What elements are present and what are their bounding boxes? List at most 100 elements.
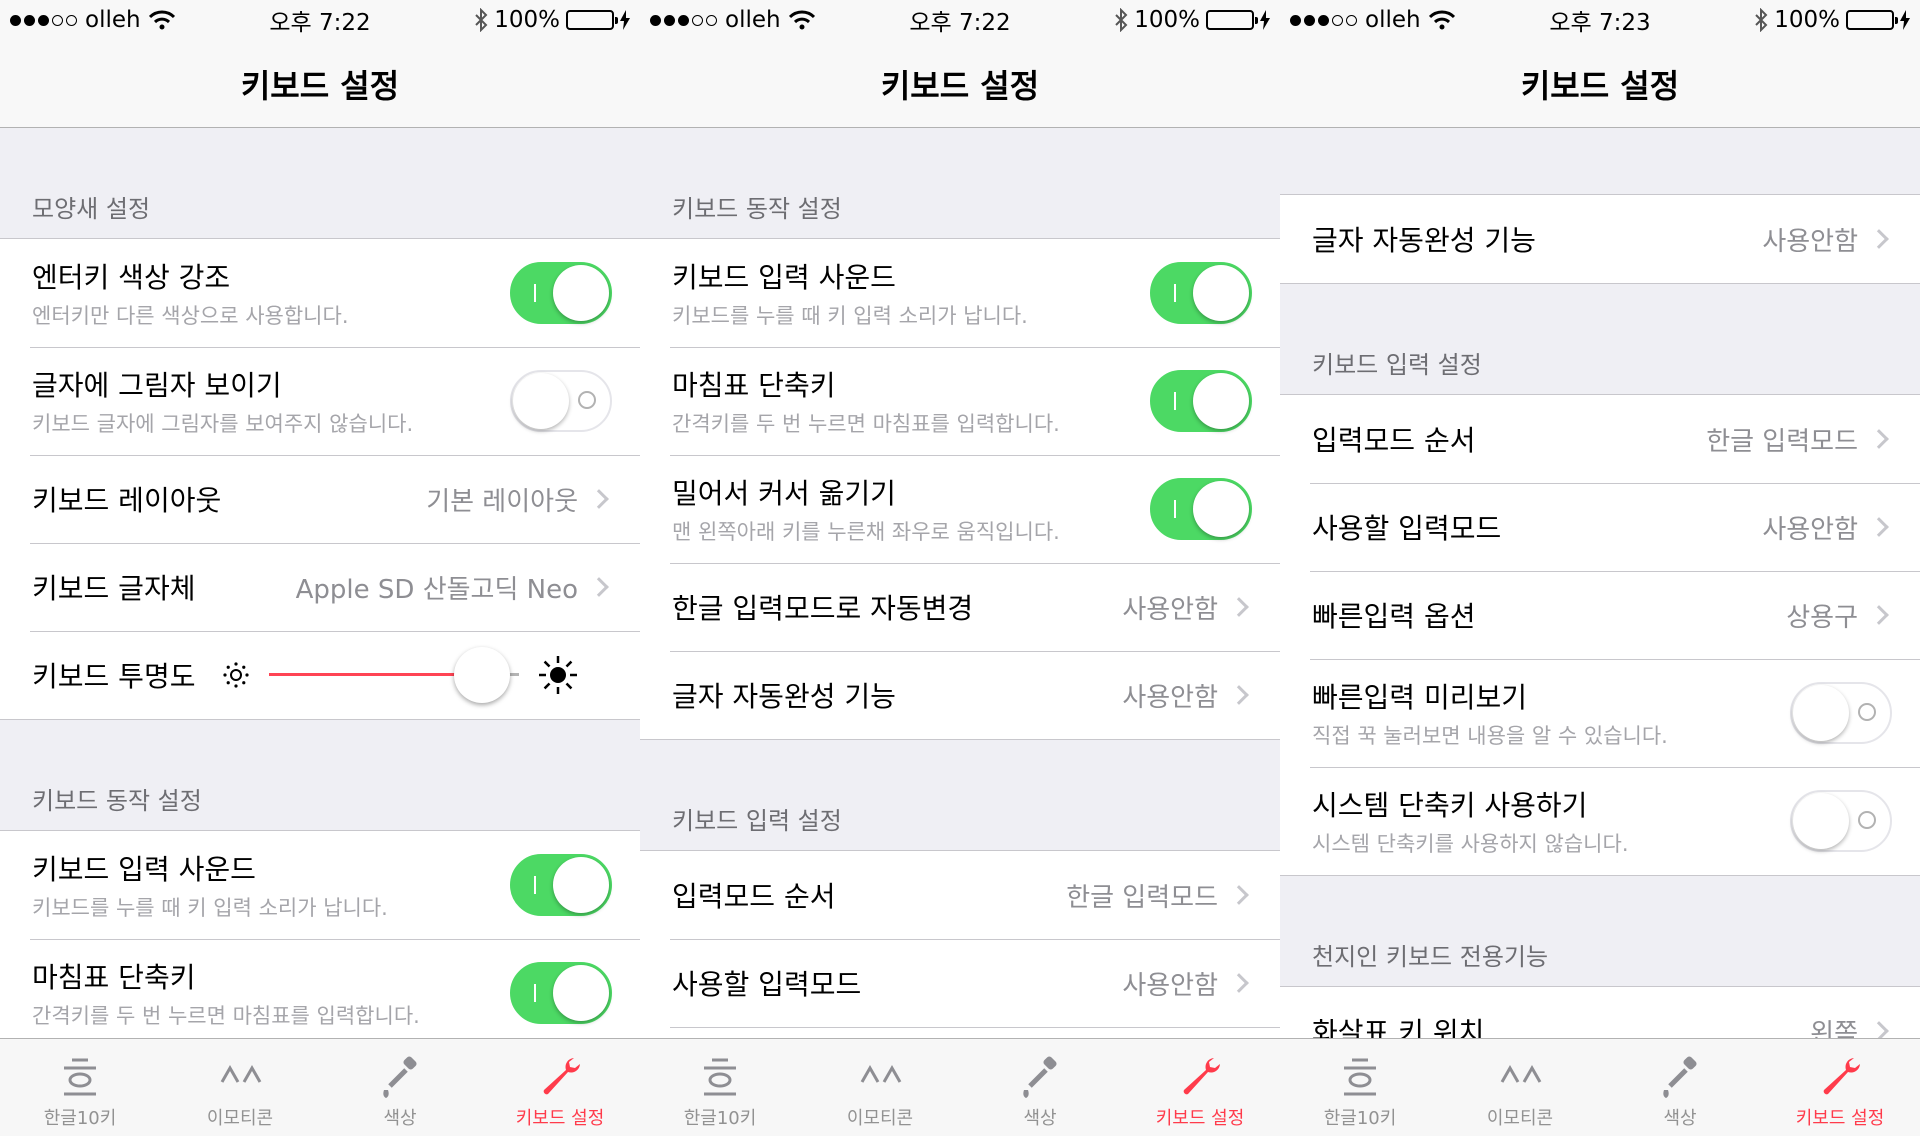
row-text: 키보드 투명도 bbox=[32, 655, 195, 695]
row-value: 왼쪽 bbox=[1810, 1018, 1858, 1039]
tab-eyedropper[interactable]: 색상 bbox=[320, 1039, 480, 1136]
signal-dot bbox=[1304, 14, 1315, 26]
toggle-switch[interactable] bbox=[1150, 370, 1252, 432]
transparency-slider[interactable] bbox=[269, 645, 520, 705]
eyedropper-icon bbox=[1023, 1056, 1057, 1098]
switch-on-mark bbox=[1174, 284, 1176, 302]
row-title: 시스템 단축키 사용하기 bbox=[1312, 789, 1588, 822]
signal-dot bbox=[1346, 14, 1357, 26]
slider-thumb[interactable] bbox=[453, 647, 510, 703]
bluetooth-icon bbox=[1755, 8, 1768, 32]
tab-eyedropper[interactable]: 색상 bbox=[1600, 1039, 1760, 1136]
row-value: 사용안함 bbox=[1122, 594, 1218, 625]
row-value: 사용안함 bbox=[1122, 970, 1218, 1001]
switch-knob bbox=[553, 265, 609, 321]
status-right: 100% bbox=[960, 7, 1270, 33]
row-title: 입력모드 순서 bbox=[672, 880, 836, 913]
settings-row: 키보드 입력 사운드 키보드를 누를 때 키 입력 소리가 납니다. bbox=[640, 239, 1280, 347]
row-text: 시스템 단축키 사용하기 시스템 단축키를 사용하지 않습니다. bbox=[1312, 784, 1790, 858]
tab-wrench[interactable]: 키보드 설정 bbox=[480, 1039, 640, 1136]
toggle-switch[interactable] bbox=[1790, 682, 1892, 744]
toggle-switch[interactable] bbox=[1150, 262, 1252, 324]
tab-wrench[interactable]: 키보드 설정 bbox=[1120, 1039, 1280, 1136]
settings-row[interactable]: 글자 자동완성 기능 사용안함 bbox=[1280, 195, 1920, 283]
emoticon-icon bbox=[220, 1064, 262, 1083]
row-subtitle: 직접 꾹 눌러보면 내용을 알 수 있습니다. bbox=[1312, 724, 1668, 748]
row-title: 한글 입력모드로 자동변경 bbox=[672, 592, 974, 625]
emoticon-icon bbox=[1500, 1064, 1542, 1083]
status-bar: olleh 오후 7:23 100% bbox=[1280, 0, 1920, 40]
settings-row[interactable]: 빠른입력 옵션상용구 bbox=[640, 1027, 1280, 1038]
switch-on-mark bbox=[534, 284, 536, 302]
carrier-name: olleh bbox=[1365, 7, 1421, 33]
settings-row[interactable]: 사용할 입력모드 사용안함 bbox=[1280, 483, 1920, 571]
battery-percent: 100% bbox=[494, 7, 560, 33]
row-value: 사용안함 bbox=[1762, 514, 1858, 545]
tab-hangul-keypad[interactable]: 한글10키 bbox=[0, 1039, 160, 1136]
eyedropper-icon bbox=[1663, 1056, 1697, 1098]
row-title: 빠른입력 옵션 bbox=[1312, 600, 1476, 633]
settings-group: 키보드 입력 사운드 키보드를 누를 때 키 입력 소리가 납니다. 마침표 단축키… bbox=[640, 238, 1280, 740]
phone-screen: olleh 오후 7:22 100% 키보드 설정 키보드 동작 설정 키보드 입력 사운… bbox=[640, 0, 1280, 1136]
settings-list: 키보드 동작 설정 키보드 입력 사운드 키보드를 누를 때 키 입력 소리가 납니… bbox=[640, 128, 1280, 1038]
toggle-switch[interactable] bbox=[510, 262, 612, 324]
tab-emoticon[interactable]: 이모티콘 bbox=[800, 1039, 960, 1136]
signal-dot bbox=[706, 14, 717, 26]
tab-eyedropper[interactable]: 색상 bbox=[960, 1039, 1120, 1136]
section-header: 키보드 입력 설정 bbox=[1312, 351, 1482, 379]
brightness-high-icon bbox=[539, 656, 578, 694]
row-title: 마침표 단축키 bbox=[672, 369, 836, 402]
tab-hangul-keypad[interactable]: 한글10키 bbox=[640, 1039, 800, 1136]
row-subtitle: 키보드를 누를 때 키 입력 소리가 납니다. bbox=[672, 304, 1028, 328]
bluetooth-icon bbox=[475, 8, 488, 32]
settings-row[interactable]: 화살표 키 위치 왼쪽 bbox=[1280, 987, 1920, 1038]
status-left: olleh bbox=[10, 7, 320, 33]
switch-knob bbox=[1793, 685, 1849, 741]
settings-row[interactable]: 글자 자동완성 기능 사용안함 bbox=[640, 651, 1280, 739]
settings-row[interactable]: 키보드 글자체 Apple SD 산돌고딕 Neo bbox=[0, 543, 640, 631]
tab-emoticon[interactable]: 이모티콘 bbox=[1440, 1039, 1600, 1136]
chevron-right-icon bbox=[1229, 597, 1249, 617]
toggle-switch[interactable] bbox=[1150, 478, 1252, 540]
settings-row[interactable]: 입력모드 순서 한글 입력모드 bbox=[640, 851, 1280, 939]
row-text: 키보드 레이아웃 bbox=[32, 479, 426, 519]
tab-emoticon[interactable]: 이모티콘 bbox=[160, 1039, 320, 1136]
switch-knob bbox=[553, 857, 609, 913]
toggle-switch[interactable] bbox=[510, 962, 612, 1024]
signal-dot bbox=[1332, 14, 1343, 26]
row-value: 상용구 bbox=[1786, 602, 1858, 633]
settings-row[interactable]: 입력모드 순서 한글 입력모드 bbox=[1280, 395, 1920, 483]
settings-row[interactable]: 사용할 입력모드 사용안함 bbox=[640, 939, 1280, 1027]
switch-off-mark bbox=[1858, 811, 1876, 829]
settings-row[interactable]: 한글 입력모드로 자동변경 사용안함 bbox=[640, 563, 1280, 651]
toggle-switch[interactable] bbox=[510, 370, 612, 432]
brightness-low-icon bbox=[223, 662, 250, 688]
row-text: 빠른입력 옵션 bbox=[1312, 595, 1786, 635]
wifi-icon bbox=[1428, 10, 1455, 30]
settings-row[interactable]: 빠른입력 옵션 상용구 bbox=[1280, 571, 1920, 659]
settings-row[interactable]: 키보드 레이아웃 기본 레이아웃 bbox=[0, 455, 640, 543]
row-title: 글자 자동완성 기능 bbox=[1312, 224, 1536, 257]
row-title: 빠른입력 미리보기 bbox=[1312, 681, 1527, 714]
settings-row: 키보드 입력 사운드 키보드를 누를 때 키 입력 소리가 납니다. bbox=[0, 831, 640, 939]
toggle-switch[interactable] bbox=[510, 854, 612, 916]
eyedropper-icon bbox=[383, 1056, 417, 1098]
toggle-switch[interactable] bbox=[1790, 790, 1892, 852]
settings-group: 키보드 입력 사운드 키보드를 누를 때 키 입력 소리가 납니다. 마침표 단축키… bbox=[0, 830, 640, 1038]
tab-wrench[interactable]: 키보드 설정 bbox=[1760, 1039, 1920, 1136]
switch-knob bbox=[553, 965, 609, 1021]
row-title: 글자에 그림자 보이기 bbox=[32, 369, 282, 402]
tab-label: 이모티콘 bbox=[846, 1108, 914, 1129]
row-title: 사용할 입력모드 bbox=[1312, 512, 1502, 545]
chevron-right-icon bbox=[1869, 429, 1889, 449]
row-value: 한글 입력모드 bbox=[1706, 426, 1858, 457]
row-text: 키보드 입력 사운드 키보드를 누를 때 키 입력 소리가 납니다. bbox=[672, 256, 1150, 330]
page-title: 키보드 설정 bbox=[1280, 40, 1920, 128]
chevron-right-icon bbox=[1229, 685, 1249, 705]
charging-icon bbox=[620, 10, 630, 30]
tab-hangul-keypad[interactable]: 한글10키 bbox=[1280, 1039, 1440, 1136]
signal-strength-icon bbox=[650, 14, 717, 26]
row-value: 사용안함 bbox=[1762, 226, 1858, 257]
settings-group: 입력모드 순서 한글 입력모드사용할 입력모드 사용안함빠른입력 옵션상용구 bbox=[640, 850, 1280, 1038]
chevron-right-icon bbox=[1869, 1021, 1889, 1038]
